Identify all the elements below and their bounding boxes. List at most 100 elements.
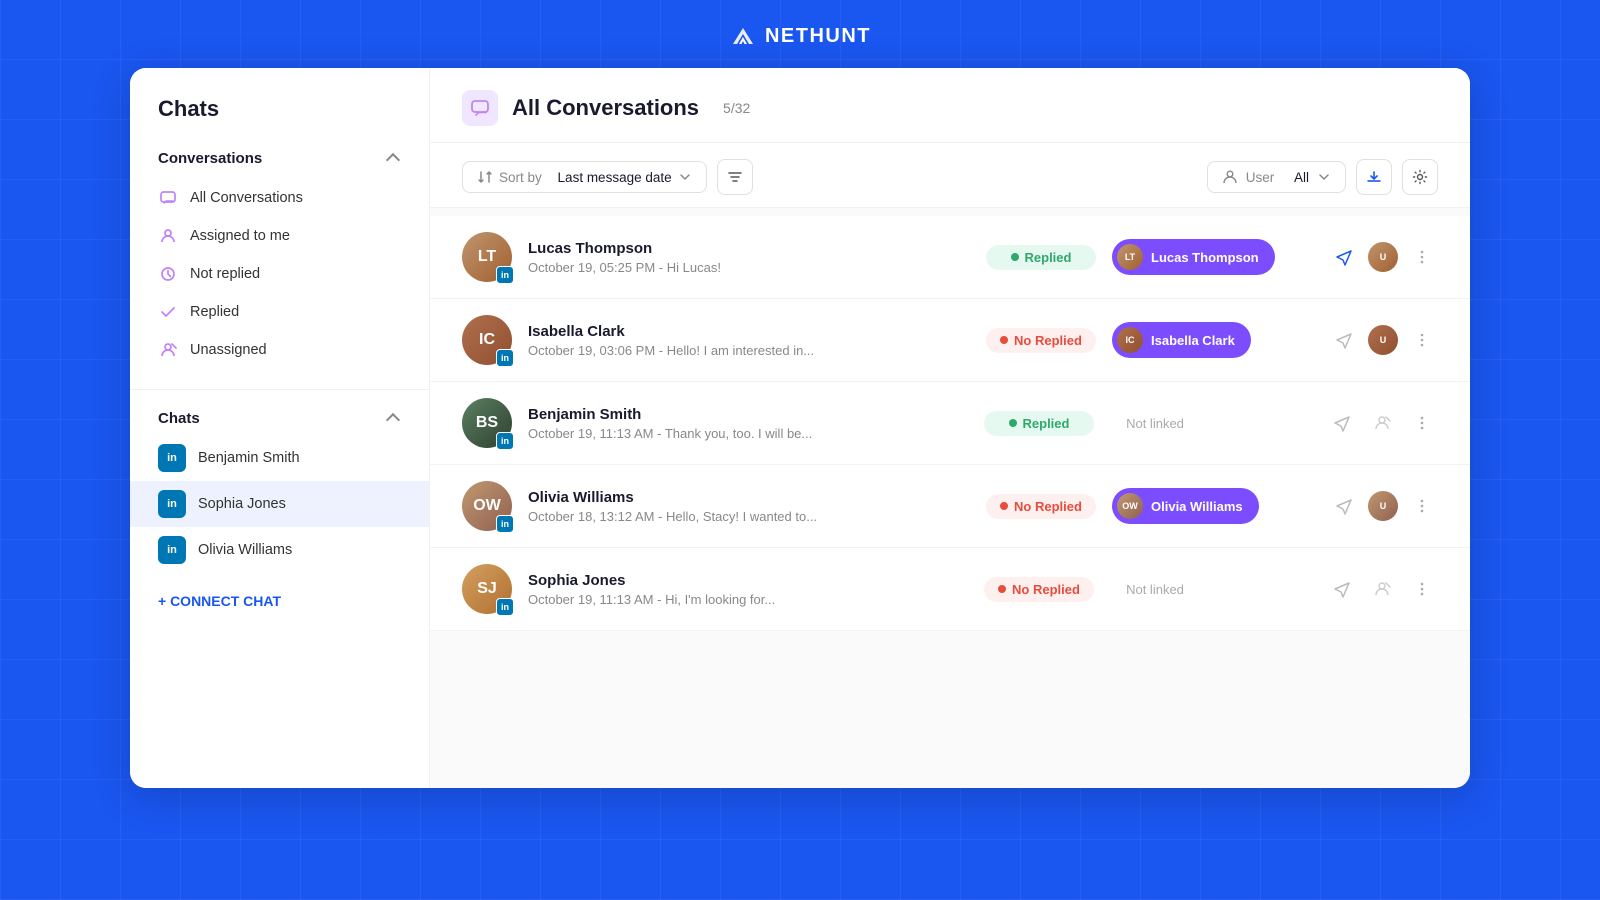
linkedin-icon-sophia: in — [496, 598, 514, 616]
not-linked-benjamin: Not linked — [1110, 416, 1200, 431]
clock-icon — [158, 264, 178, 284]
user-icon — [1222, 169, 1238, 185]
assignee-pill-lucas[interactable]: LT Lucas Thompson — [1112, 239, 1275, 275]
send-icon-sophia[interactable] — [1326, 573, 1358, 605]
main-header-left: All Conversations 5/32 — [462, 90, 750, 126]
assignee-pill-isabella[interactable]: IC Isabella Clark — [1112, 322, 1251, 358]
send-icon-benjamin[interactable] — [1326, 407, 1358, 439]
assignee-avatar-olivia: OW — [1117, 493, 1143, 519]
conv-assignee-isabella: IC Isabella Clark — [1112, 322, 1312, 358]
chats-section-header[interactable]: Chats — [130, 402, 429, 435]
conv-actions-isabella: U — [1328, 324, 1438, 356]
assignee-pill-olivia[interactable]: OW Olivia Williams — [1112, 488, 1259, 524]
conv-name-sophia: Sophia Jones — [528, 572, 968, 589]
conv-row-olivia[interactable]: OW in Olivia Williams October 18, 13:12 … — [430, 465, 1470, 548]
more-icon-sophia[interactable] — [1406, 573, 1438, 605]
conv-actions-olivia: U — [1328, 490, 1438, 522]
more-icon-olivia[interactable] — [1406, 490, 1438, 522]
more-icon-benjamin[interactable] — [1406, 407, 1438, 439]
unassigned-label: Unassigned — [190, 342, 267, 358]
sidebar-divider — [130, 389, 429, 390]
conv-info-lucas: Lucas Thompson October 19, 05:25 PM - Hi… — [528, 240, 970, 275]
sort-by-label: Sort by — [499, 170, 542, 185]
conv-name-olivia: Olivia Williams — [528, 489, 970, 506]
conv-assignee-sophia: Not linked — [1110, 582, 1310, 597]
logo-text: NETHUNT — [765, 25, 871, 48]
conv-row-benjamin[interactable]: BS in Benjamin Smith October 19, 11:13 A… — [430, 382, 1470, 465]
chat-item-olivia[interactable]: in Olivia Williams — [130, 527, 429, 573]
avatar-wrap-olivia: OW in — [462, 481, 512, 531]
avatar-wrap-lucas: LT in — [462, 232, 512, 282]
sidebar-item-not-replied[interactable]: Not replied — [130, 255, 429, 293]
assigned-to-me-label: Assigned to me — [190, 228, 290, 244]
conv-row-sophia[interactable]: SJ in Sophia Jones October 19, 11:13 AM … — [430, 548, 1470, 631]
connect-chat-button[interactable]: + CONNECT CHAT — [130, 581, 429, 621]
conversations-section-label: Conversations — [158, 150, 262, 167]
conversations-icon — [470, 98, 490, 118]
chat-icon — [158, 188, 178, 208]
sidebar-item-all-conversations[interactable]: All Conversations — [130, 179, 429, 217]
filter-toggle-button[interactable] — [717, 159, 753, 195]
sidebar-item-replied[interactable]: Replied — [130, 293, 429, 331]
conv-info-isabella: Isabella Clark October 19, 03:06 PM - He… — [528, 323, 970, 358]
conv-info-sophia: Sophia Jones October 19, 11:13 AM - Hi, … — [528, 572, 968, 607]
conv-status-isabella: No Replied — [986, 328, 1096, 353]
chat-label-olivia: Olivia Williams — [198, 542, 292, 558]
settings-button[interactable] — [1402, 159, 1438, 195]
send-icon-isabella[interactable] — [1328, 324, 1360, 356]
replied-label: Replied — [190, 304, 239, 320]
sidebar-item-unassigned[interactable]: Unassigned — [130, 331, 429, 369]
app-container: Chats Conversations All Conversations As… — [130, 68, 1470, 788]
chats-chevron-icon — [385, 411, 401, 427]
status-dot-sophia — [998, 585, 1006, 593]
conv-row-lucas[interactable]: LT in Lucas Thompson October 19, 05:25 P… — [430, 216, 1470, 299]
chat-item-sophia[interactable]: in Sophia Jones — [130, 481, 429, 527]
all-conversations-label: All Conversations — [190, 190, 303, 206]
conversations-section-header[interactable]: Conversations — [130, 142, 429, 175]
not-linked-sophia: Not linked — [1110, 582, 1200, 597]
linkedin-badge-benjamin: in — [158, 444, 186, 472]
user-filter-label: User — [1246, 170, 1275, 185]
more-icon-isabella[interactable] — [1406, 324, 1438, 356]
conv-preview-sophia: October 19, 11:13 AM - Hi, I'm looking f… — [528, 592, 968, 607]
user-filter-chevron-icon — [1317, 170, 1331, 184]
check-icon — [158, 302, 178, 322]
chat-item-benjamin[interactable]: in Benjamin Smith — [130, 435, 429, 481]
conv-preview-isabella: October 19, 03:06 PM - Hello! I am inter… — [528, 343, 970, 358]
sidebar: Chats Conversations All Conversations As… — [130, 68, 430, 788]
send-icon-olivia[interactable] — [1328, 490, 1360, 522]
conversations-nav: All Conversations Assigned to me Not rep… — [130, 175, 429, 381]
chats-section: Chats in Benjamin Smith in Sophia Jones … — [130, 402, 429, 573]
user-filter[interactable]: User All — [1207, 161, 1346, 193]
chat-label-benjamin: Benjamin Smith — [198, 450, 300, 466]
conv-status-olivia: No Replied — [986, 494, 1096, 519]
logo: NETHUNT — [729, 22, 871, 50]
sort-chevron-icon — [678, 170, 692, 184]
conv-assignee-benjamin: Not linked — [1110, 416, 1310, 431]
user-filter-value: All — [1294, 170, 1309, 185]
sort-button[interactable]: Sort by Last message date — [462, 161, 707, 193]
conv-preview-benjamin: October 19, 11:13 AM - Thank you, too. I… — [528, 426, 968, 441]
sort-bar: Sort by Last message date User All — [430, 143, 1470, 208]
linkedin-icon-benjamin: in — [496, 432, 514, 450]
avatar-wrap-benjamin: BS in — [462, 398, 512, 448]
send-icon-lucas[interactable] — [1328, 241, 1360, 273]
sidebar-title: Chats — [130, 96, 429, 142]
conv-info-olivia: Olivia Williams October 18, 13:12 AM - H… — [528, 489, 970, 524]
status-dot-benjamin — [1009, 419, 1017, 427]
filter-icon — [727, 169, 743, 185]
top-bar: NETHUNT — [0, 0, 1600, 68]
conv-name-isabella: Isabella Clark — [528, 323, 970, 340]
linkedin-badge-sophia: in — [158, 490, 186, 518]
conv-actions-lucas: U — [1328, 241, 1438, 273]
conv-row-isabella[interactable]: IC in Isabella Clark October 19, 03:06 P… — [430, 299, 1470, 382]
sidebar-item-assigned-to-me[interactable]: Assigned to me — [130, 217, 429, 255]
more-icon-lucas[interactable] — [1406, 241, 1438, 273]
download-button[interactable] — [1356, 159, 1392, 195]
conv-preview-lucas: October 19, 05:25 PM - Hi Lucas! — [528, 260, 970, 275]
status-dot-isabella — [1000, 336, 1008, 344]
download-icon — [1366, 169, 1382, 185]
conv-status-sophia: No Replied — [984, 577, 1094, 602]
connect-chat-label: + CONNECT CHAT — [158, 593, 281, 609]
unassign-icon — [158, 340, 178, 360]
